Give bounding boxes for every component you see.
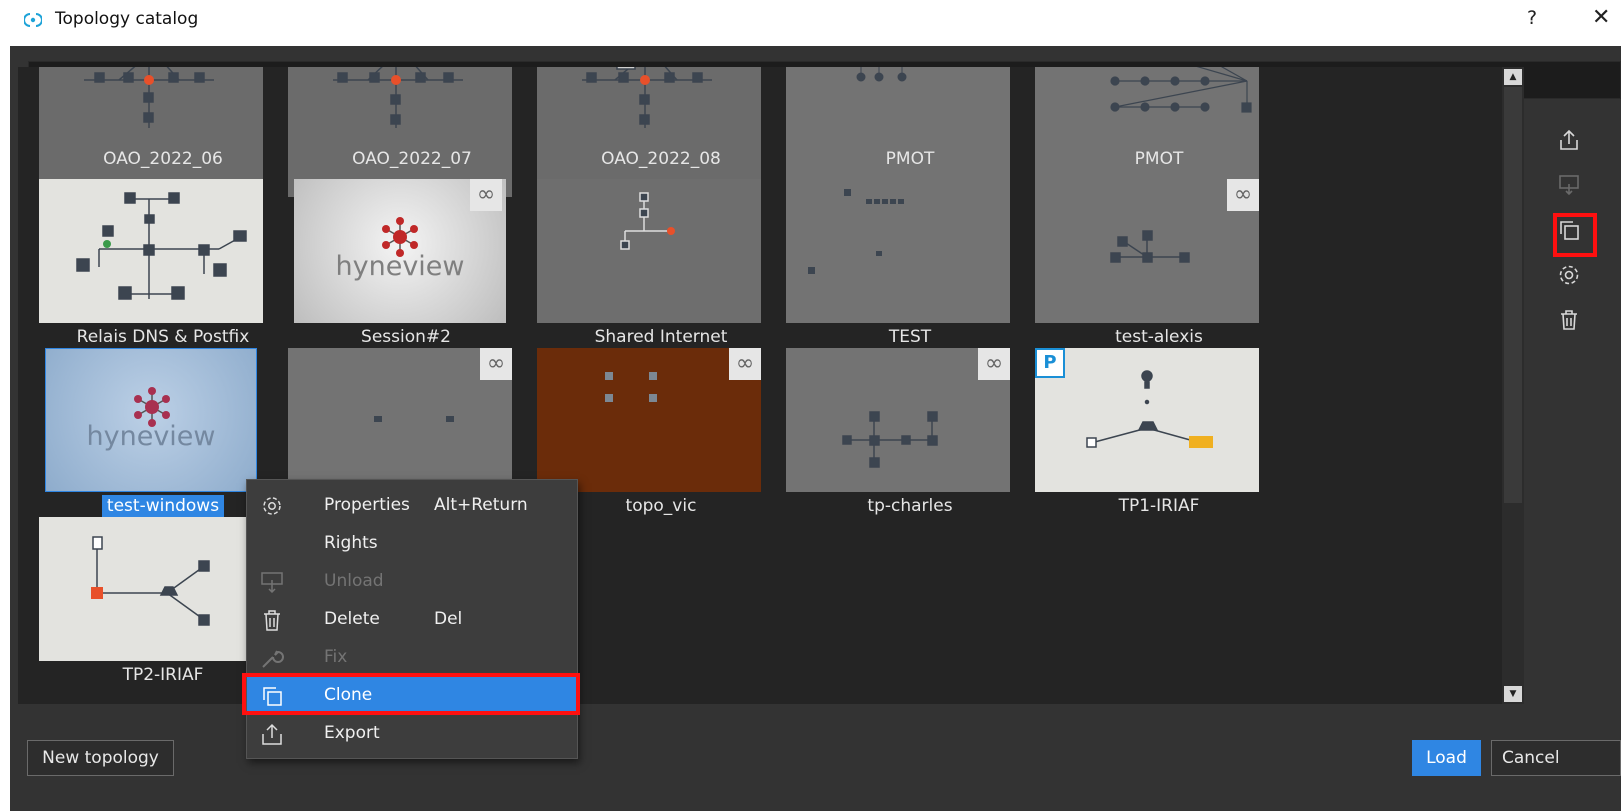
topology-name: OAO_2022_08 <box>601 149 721 169</box>
topology-tile[interactable]: TEST <box>786 179 1034 351</box>
scroll-up-arrow-icon[interactable]: ▲ <box>1504 69 1522 85</box>
loop-badge-icon: ∞ <box>470 179 502 211</box>
menu-item-rights[interactable]: Rights <box>247 524 577 562</box>
topology-name: tp-charles <box>867 496 953 516</box>
topology-thumbnail <box>1035 67 1259 197</box>
topology-name: OAO_2022_07 <box>352 149 472 169</box>
topology-thumbnail <box>786 67 1010 197</box>
topology-name: test-alexis <box>1115 327 1203 347</box>
topology-grid: OAO_2022_06 OAO_2022_07 OAO_2022_08 PMOT… <box>18 67 1504 704</box>
clone-highlight-box <box>242 673 580 715</box>
topology-tile[interactable]: ∞ test-alexis <box>1035 179 1283 351</box>
loop-badge-icon: ∞ <box>729 348 761 380</box>
topology-thumbnail <box>537 348 761 492</box>
topology-name: OAO_2022_06 <box>103 149 223 169</box>
selected-label: test-windows <box>101 495 225 517</box>
topology-tile[interactable]: Relais DNS & Postfix <box>39 179 287 351</box>
topology-thumbnail <box>288 67 512 197</box>
unload-icon <box>261 572 283 593</box>
topology-thumbnail <box>786 348 1010 492</box>
menu-item-export[interactable]: Export <box>247 714 577 752</box>
topology-thumbnail <box>39 517 263 661</box>
app-logo-icon <box>23 11 43 29</box>
export-button[interactable] <box>1548 120 1590 160</box>
menu-item-unload: Unload <box>247 562 577 600</box>
topology-name: TP1-IRIAF <box>1118 496 1200 516</box>
close-button[interactable]: ✕ <box>1592 5 1610 30</box>
topology-thumbnail <box>1035 348 1259 492</box>
topology-thumbnail <box>537 67 761 197</box>
topology-thumbnail: hyneview <box>45 348 257 492</box>
gear-icon <box>263 497 281 515</box>
menu-item-label: Rights <box>324 533 378 553</box>
new-topology-button[interactable]: New topology <box>27 740 174 776</box>
loop-badge-icon: ∞ <box>978 348 1010 380</box>
topology-name: PMOT <box>885 149 935 169</box>
scroll-thumb[interactable] <box>1504 87 1522 503</box>
export-icon <box>1560 129 1578 150</box>
help-button[interactable]: ? <box>1527 7 1537 29</box>
window-title: Topology catalog <box>55 9 199 29</box>
toolbar-highlight-box <box>1553 213 1597 257</box>
menu-item-label: Unload <box>324 571 384 591</box>
menu-item-shortcut: Del <box>434 609 463 629</box>
delete-button[interactable] <box>1548 300 1590 340</box>
topology-name: Relais DNS & Postfix <box>76 327 250 347</box>
scroll-down-arrow-icon[interactable]: ▼ <box>1504 686 1522 702</box>
topology-thumbnail <box>39 179 263 323</box>
grid-scrollbar[interactable]: ▲ ▼ <box>1502 67 1524 704</box>
thumbnail-text: hyneview <box>86 421 216 452</box>
loop-badge-icon: ∞ <box>480 348 512 380</box>
topology-name: Session#2 <box>361 327 451 347</box>
wrench-icon <box>262 650 284 668</box>
p-badge-icon: P <box>1035 348 1065 378</box>
menu-item-shortcut: Alt+Return <box>434 495 528 515</box>
title-bar: Topology catalog ? ✕ <box>0 0 1621 42</box>
menu-item-fix: Fix <box>247 638 577 676</box>
topology-name: PMOT <box>1134 149 1184 169</box>
context-menu: Properties Alt+Return Rights Unload Dele… <box>246 479 578 759</box>
menu-item-delete[interactable]: Delete Del <box>247 600 577 638</box>
menu-item-label: Export <box>324 723 380 743</box>
topology-thumbnail <box>1035 179 1259 323</box>
cancel-button[interactable]: Cancel <box>1491 740 1621 776</box>
topology-thumbnail <box>288 348 512 492</box>
trash-icon <box>264 610 280 631</box>
gear-icon <box>1559 265 1579 285</box>
topology-tile[interactable]: ∞ tp-charles <box>786 348 1034 520</box>
unload-icon <box>1559 175 1579 196</box>
topology-tile[interactable]: hyneview ∞ Session#2 <box>294 179 542 351</box>
thumbnail-text: hyneview <box>335 251 465 282</box>
topology-tile[interactable]: Shared Internet <box>537 179 785 351</box>
menu-item-label: Properties <box>324 495 410 515</box>
topology-tile[interactable]: P TP1-IRIAF <box>1035 348 1283 520</box>
export-icon <box>262 723 282 745</box>
topology-thumbnail <box>786 179 1010 323</box>
properties-button[interactable] <box>1548 255 1590 295</box>
topology-name: TEST <box>888 327 932 347</box>
topology-name: Shared Internet <box>594 327 728 347</box>
menu-item-label: Fix <box>324 647 348 667</box>
topology-thumbnail <box>537 179 761 323</box>
menu-item-label: Delete <box>324 609 380 629</box>
menu-item-properties[interactable]: Properties Alt+Return <box>247 486 577 524</box>
trash-icon <box>1561 310 1577 330</box>
loop-badge-icon: ∞ <box>1227 179 1259 211</box>
unload-button[interactable] <box>1548 165 1590 205</box>
topology-thumbnail <box>39 67 263 197</box>
load-button[interactable]: Load <box>1412 740 1481 776</box>
